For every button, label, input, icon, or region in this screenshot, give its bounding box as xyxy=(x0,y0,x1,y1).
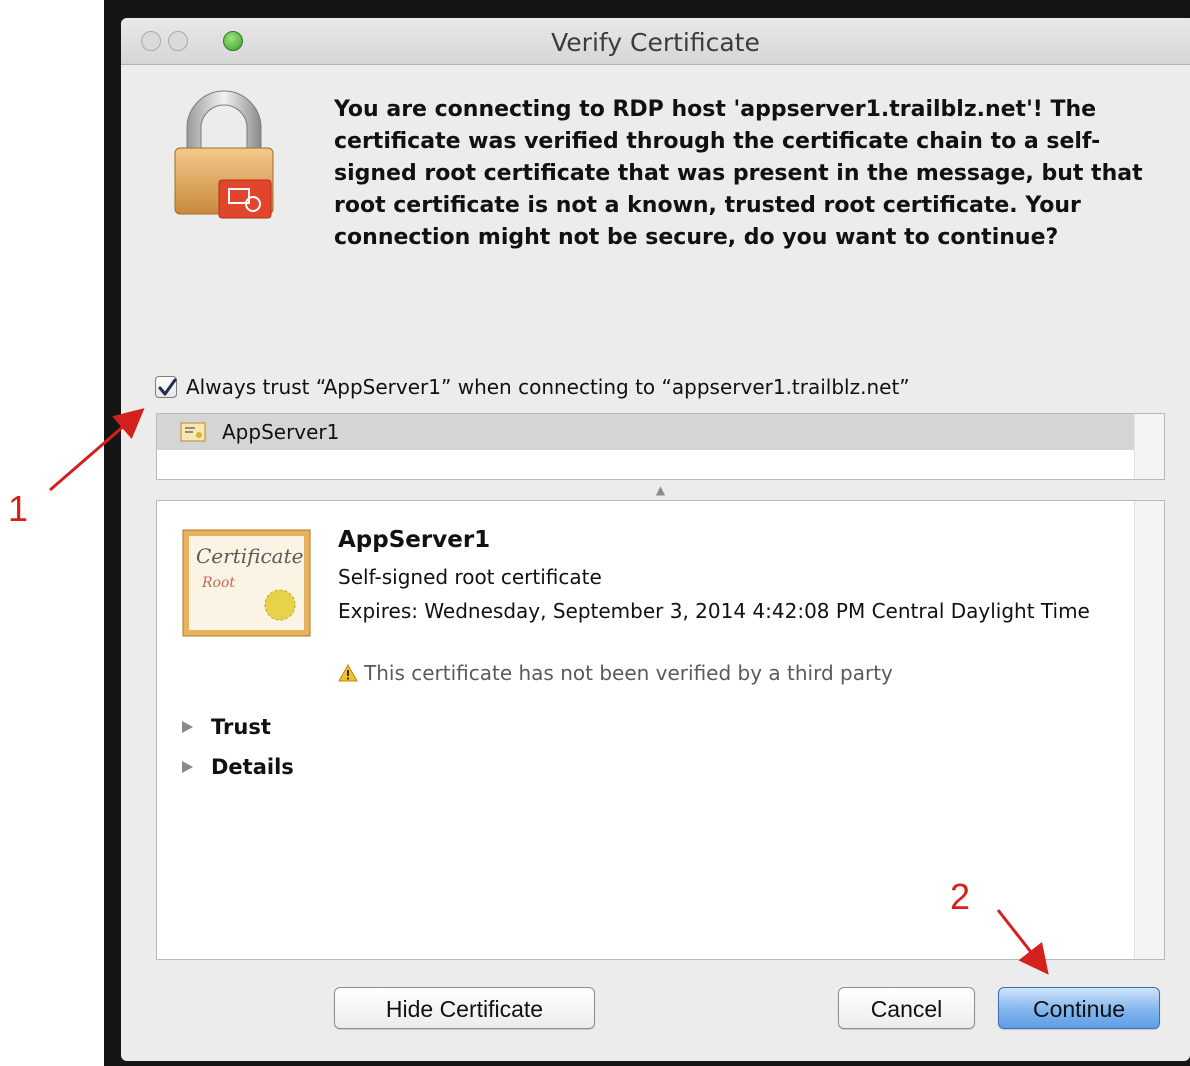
trust-section-label[interactable]: Trust xyxy=(211,715,271,739)
hide-certificate-button[interactable]: Hide Certificate xyxy=(334,987,595,1029)
certificate-type: Self-signed root certificate xyxy=(338,565,602,589)
disclosure-triangle-icon[interactable] xyxy=(179,719,195,735)
window-title: Verify Certificate xyxy=(551,28,760,57)
certificate-detail-pane: Certificate Root AppServer1 Self-signed … xyxy=(156,500,1165,960)
checkmark-icon xyxy=(158,378,177,396)
warning-message: You are connecting to RDP host 'appserve… xyxy=(334,97,1143,250)
chain-list-scrollbar[interactable] xyxy=(1134,414,1164,479)
pane-splitter-handle[interactable]: ▲ xyxy=(156,480,1165,500)
cancel-button[interactable]: Cancel xyxy=(838,987,975,1029)
certificate-expiration: Expires: Wednesday, September 3, 2014 4:… xyxy=(338,599,1090,623)
chain-item-appserver1[interactable]: AppServer1 xyxy=(157,414,1135,450)
certificate-chain-list[interactable]: AppServer1 xyxy=(156,413,1165,480)
annotation-step-1: 1 xyxy=(8,488,29,529)
trust-disclosure[interactable]: Trust xyxy=(179,715,271,739)
details-section-label[interactable]: Details xyxy=(211,755,294,779)
padlock-rdp-icon xyxy=(169,88,279,220)
certificate-warning: This certificate has not been verified b… xyxy=(338,661,893,685)
always-trust-checkbox[interactable] xyxy=(155,376,177,398)
continue-button[interactable]: Continue xyxy=(998,987,1160,1029)
chain-item-label: AppServer1 xyxy=(222,420,340,444)
title-bar[interactable]: Verify Certificate xyxy=(121,18,1190,65)
always-trust-row[interactable]: Always trust “AppServer1” when connectin… xyxy=(155,372,910,402)
annotation-step-2: 2 xyxy=(950,876,971,917)
certificate-name: AppServer1 xyxy=(338,527,491,553)
certificate-image: Certificate Root xyxy=(182,529,311,637)
disclosure-triangle-icon[interactable] xyxy=(179,759,195,775)
certificate-warning-text: This certificate has not been verified b… xyxy=(364,661,893,685)
detail-pane-scrollbar[interactable] xyxy=(1134,501,1164,959)
certificate-image-title: Certificate xyxy=(196,544,303,568)
warning-icon xyxy=(338,664,358,682)
details-disclosure[interactable]: Details xyxy=(179,755,294,779)
certificate-image-subtitle: Root xyxy=(201,575,235,591)
certificate-icon xyxy=(180,422,206,442)
always-trust-label[interactable]: Always trust “AppServer1” when connectin… xyxy=(186,375,910,399)
verify-certificate-dialog: Verify Certificate You are connecting to… xyxy=(121,18,1190,1061)
